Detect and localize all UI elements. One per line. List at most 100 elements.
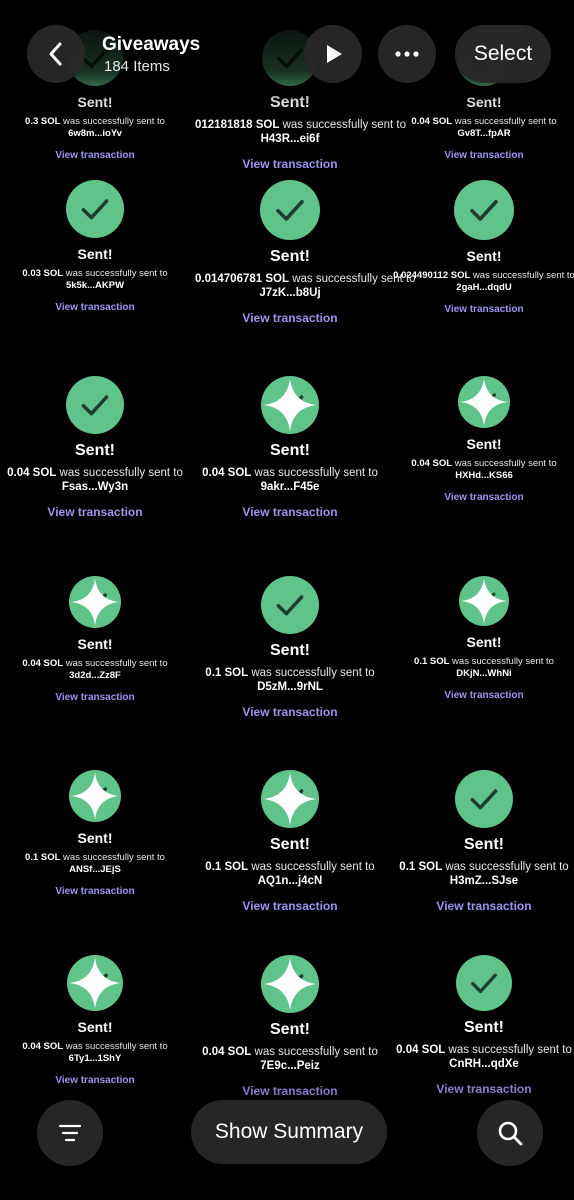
checkmark-icon bbox=[455, 770, 513, 828]
show-summary-button[interactable]: Show Summary bbox=[191, 1100, 387, 1164]
page-title: Giveaways bbox=[102, 34, 201, 55]
success-text: was successfully sent to bbox=[452, 656, 554, 667]
success-text: was successfully sent to bbox=[448, 1044, 572, 1056]
success-text: was successfully sent to bbox=[282, 119, 406, 131]
view-transaction-link[interactable]: View transaction bbox=[195, 899, 385, 913]
success-text: was successfully sent to bbox=[63, 116, 165, 127]
recipient-address: H3mZ...SJse bbox=[449, 875, 519, 888]
sent-status: Sent! bbox=[270, 642, 310, 659]
checkmark-icon bbox=[66, 376, 124, 434]
recipient-address: Fsas...Wy3n bbox=[61, 481, 129, 494]
more-button[interactable] bbox=[378, 25, 436, 83]
transaction-card[interactable]: Sent! 0.04 SOL was successfully sent to 6T… bbox=[0, 955, 190, 1086]
sparkle-icon bbox=[263, 772, 317, 826]
recipient-address: 3d2d...Zz8F bbox=[69, 669, 121, 681]
recipient-address: Gv8T...fpAR bbox=[457, 127, 511, 139]
sent-status: Sent! bbox=[464, 836, 504, 853]
checkmark-icon bbox=[69, 576, 121, 628]
view-transaction-link[interactable]: View transaction bbox=[0, 692, 190, 703]
view-transaction-link[interactable]: View transaction bbox=[389, 690, 574, 701]
sol-amount: 0.014706781 SOL bbox=[195, 273, 289, 285]
sent-status: Sent! bbox=[270, 1021, 310, 1038]
sparkle-icon bbox=[263, 378, 317, 432]
transaction-card[interactable]: Sent! 0.04 SOL was successfully sent to 9a… bbox=[195, 376, 385, 519]
sent-status: Sent! bbox=[77, 636, 113, 652]
recipient-address: J7zK...b8Uj bbox=[259, 287, 321, 300]
chevron-left-icon bbox=[49, 42, 62, 66]
transaction-card[interactable]: Sent! 0.014706781 SOL was successfully se… bbox=[195, 180, 416, 325]
filter-button[interactable] bbox=[37, 1100, 103, 1166]
sol-amount: 0.04 SOL bbox=[411, 458, 453, 469]
view-transaction-link[interactable]: View transaction bbox=[389, 492, 574, 503]
transaction-card[interactable]: Sent! 0.1 SOL was successfully sent to D5z… bbox=[195, 576, 385, 719]
view-transaction-link[interactable]: View transaction bbox=[389, 150, 574, 161]
more-horizontal-icon bbox=[395, 51, 419, 57]
transaction-card[interactable]: Sent! 0.04 SOL was successfully sent to Fs… bbox=[0, 376, 190, 519]
transaction-card[interactable]: Sent! 0.04 SOL was successfully sent to Cn… bbox=[389, 955, 574, 1096]
search-icon bbox=[498, 1121, 523, 1146]
success-text: was successfully sent to bbox=[65, 658, 168, 669]
sent-status: Sent! bbox=[270, 442, 310, 459]
view-transaction-link[interactable]: View transaction bbox=[0, 505, 190, 519]
checkmark-icon bbox=[69, 770, 121, 822]
checkmark-icon bbox=[260, 180, 320, 240]
sparkle-icon bbox=[461, 578, 507, 624]
sent-status: Sent! bbox=[464, 1019, 504, 1036]
sparkle-icon bbox=[263, 957, 317, 1011]
sol-amount: 0.024490112 SOL bbox=[393, 270, 471, 281]
recipient-address: ANSf...JEjS bbox=[69, 863, 121, 875]
transaction-card[interactable]: Sent! 0.1 SOL was successfully sent to ANS… bbox=[0, 770, 190, 897]
top-bar: Giveaways 184 Items Select bbox=[0, 0, 574, 110]
transfer-message: 0.024490112 SOL was successfully sent to… bbox=[389, 270, 574, 294]
transfer-message: 0.014706781 SOL was successfully sent to… bbox=[195, 272, 416, 301]
transaction-card[interactable]: Sent! 0.03 SOL was successfully sent to 5k… bbox=[0, 180, 190, 313]
view-transaction-link[interactable]: View transaction bbox=[195, 705, 385, 719]
transaction-card[interactable]: Sent! 0.04 SOL was successfully sent to 7E… bbox=[195, 955, 385, 1098]
transfer-message: 0.04 SOL was successfully sent to Fsas...… bbox=[0, 466, 190, 495]
sent-status: Sent! bbox=[466, 634, 502, 650]
sent-status: Sent! bbox=[270, 836, 310, 853]
transfer-message: 0.1 SOL was successfully sent to ANSf...J… bbox=[0, 852, 190, 876]
sent-status: Sent! bbox=[466, 248, 502, 264]
giveaway-grid: Sent!0.3 SOL was successfully sent to6w8… bbox=[0, 0, 574, 1200]
transfer-message: 0.04 SOL was successfully sent to Gv8T...… bbox=[389, 116, 574, 140]
transaction-card[interactable]: Sent! 0.04 SOL was successfully sent to HX… bbox=[389, 376, 574, 503]
view-transaction-link[interactable]: View transaction bbox=[389, 899, 574, 913]
select-button[interactable]: Select bbox=[455, 25, 551, 83]
transaction-card[interactable]: Sent! 0.1 SOL was successfully sent to H3m… bbox=[389, 770, 574, 913]
transfer-message: 0.04 SOL was successfully sent to 3d2d...… bbox=[0, 658, 190, 682]
transaction-card[interactable]: Sent! 0.1 SOL was successfully sent to AQ1… bbox=[195, 770, 385, 913]
recipient-address: 6w8m...ioYv bbox=[68, 127, 122, 139]
view-transaction-link[interactable]: View transaction bbox=[0, 150, 190, 161]
checkmark-icon bbox=[261, 770, 319, 828]
transfer-message: 0.04 SOL was successfully sent to 6Ty1...… bbox=[0, 1041, 190, 1065]
transaction-card[interactable]: Sent! 0.04 SOL was successfully sent to 3d… bbox=[0, 576, 190, 703]
checkmark-icon bbox=[261, 576, 319, 634]
transaction-card[interactable]: Sent! 0.1 SOL was successfully sent to DKj… bbox=[389, 576, 574, 701]
recipient-address: 2gaH...dqdU bbox=[456, 281, 512, 293]
sol-amount: 0.1 SOL bbox=[414, 656, 450, 667]
sol-amount: 0.04 SOL bbox=[202, 467, 252, 479]
view-transaction-link[interactable]: View transaction bbox=[0, 302, 190, 313]
sent-status: Sent! bbox=[77, 246, 113, 262]
sol-amount: 0.1 SOL bbox=[205, 667, 249, 679]
transfer-message: 0.1 SOL was successfully sent to DKjN...W… bbox=[389, 656, 574, 680]
checkmark-icon bbox=[459, 576, 509, 626]
view-transaction-link[interactable]: View transaction bbox=[0, 886, 190, 897]
sparkle-icon bbox=[460, 378, 508, 426]
view-transaction-link[interactable]: View transaction bbox=[389, 304, 574, 315]
recipient-address: HXHd...KS66 bbox=[455, 469, 513, 481]
view-transaction-link[interactable]: View transaction bbox=[195, 505, 385, 519]
transaction-card[interactable]: Sent! 0.024490112 SOL was successfully se… bbox=[389, 180, 574, 315]
filter-icon bbox=[58, 1124, 82, 1142]
sol-amount: 012181818 SOL bbox=[195, 119, 280, 131]
transfer-message: 0.04 SOL was successfully sent to CnRH...… bbox=[389, 1043, 574, 1072]
play-button[interactable] bbox=[304, 25, 362, 83]
sent-status: Sent! bbox=[75, 442, 115, 459]
success-text: was successfully sent to bbox=[454, 116, 557, 127]
view-transaction-link[interactable]: View transaction bbox=[195, 157, 385, 171]
search-button[interactable] bbox=[477, 1100, 543, 1166]
view-transaction-link[interactable]: View transaction bbox=[195, 311, 385, 325]
back-button[interactable] bbox=[27, 25, 85, 83]
play-icon bbox=[327, 45, 342, 63]
